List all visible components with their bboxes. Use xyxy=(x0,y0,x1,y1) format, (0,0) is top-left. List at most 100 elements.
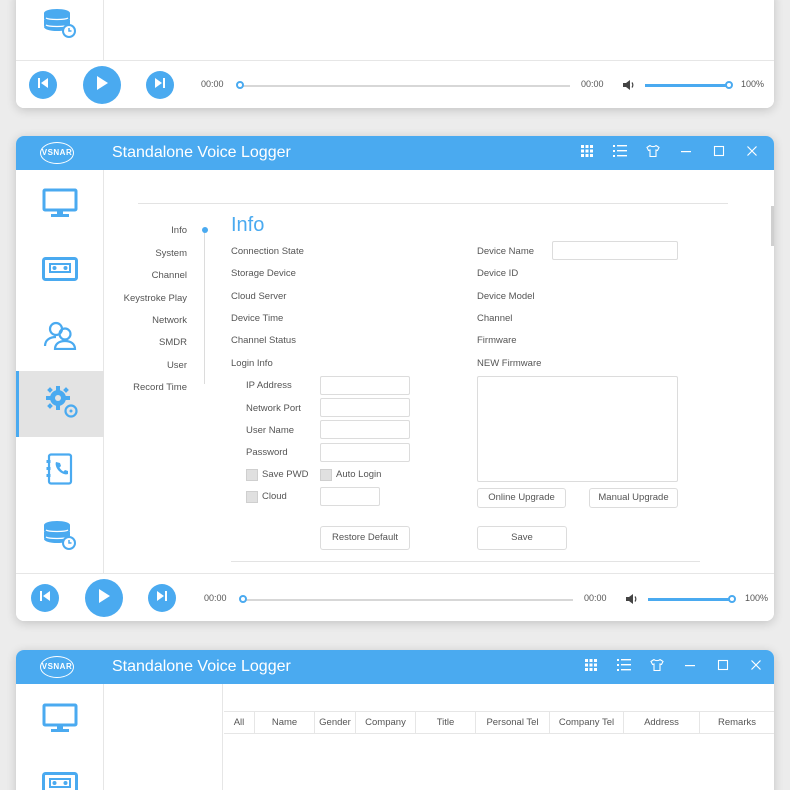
sidebar-item-settings[interactable] xyxy=(16,371,104,437)
skin-button[interactable] xyxy=(636,136,669,170)
play-icon xyxy=(95,75,109,96)
manual-upgrade-button[interactable]: Manual Upgrade xyxy=(589,488,678,508)
list-view-button[interactable] xyxy=(607,650,640,684)
column-header-all[interactable]: All xyxy=(224,712,255,734)
nav-item-info[interactable]: Info xyxy=(171,225,187,236)
sidebar-item-recordings[interactable] xyxy=(16,238,104,304)
label-new-firmware: NEW Firmware xyxy=(477,358,542,369)
next-button[interactable] xyxy=(146,71,174,99)
settings-window: VSNAR Standalone Voice Logger Info Syste… xyxy=(16,136,774,621)
play-icon xyxy=(97,588,111,609)
previous-button[interactable] xyxy=(31,584,59,612)
sidebar-item-recordings[interactable] xyxy=(16,753,104,790)
scrollbar-thumb[interactable] xyxy=(771,206,774,246)
play-button[interactable] xyxy=(85,579,123,617)
password-input[interactable] xyxy=(320,443,410,462)
label-connection-state: Connection State xyxy=(231,246,304,257)
progress-track[interactable] xyxy=(240,85,570,87)
app-title: Standalone Voice Logger xyxy=(112,144,291,161)
nav-item-keystroke-play[interactable]: Keystroke Play xyxy=(124,293,187,304)
list-view-button[interactable] xyxy=(603,136,636,170)
volume-icon[interactable] xyxy=(625,592,639,611)
monitor-icon xyxy=(42,703,78,738)
cloud-input[interactable] xyxy=(320,487,380,506)
close-icon xyxy=(750,658,762,676)
maximize-icon xyxy=(713,144,725,162)
minimize-icon xyxy=(680,144,692,162)
time-total: 00:00 xyxy=(584,593,607,603)
skip-back-icon xyxy=(39,589,51,607)
auto-login-checkbox[interactable] xyxy=(320,469,332,481)
volume-icon[interactable] xyxy=(622,78,636,97)
column-header-personal-tel[interactable]: Personal Tel xyxy=(476,712,550,734)
nav-item-network[interactable]: Network xyxy=(152,315,187,326)
contacts-table-header: All Name Gender Company Title Personal T… xyxy=(224,711,774,734)
maximize-button[interactable] xyxy=(702,136,735,170)
playback-bar: 00:00 00:00 100% xyxy=(16,60,774,108)
player-window-top: 00:00 00:00 100% xyxy=(16,0,774,108)
online-upgrade-button[interactable]: Online Upgrade xyxy=(477,488,566,508)
minimize-icon xyxy=(684,658,696,676)
progress-thumb[interactable] xyxy=(239,595,247,603)
column-header-company[interactable]: Company xyxy=(356,712,416,734)
network-port-input[interactable] xyxy=(320,398,410,417)
cloud-checkbox[interactable] xyxy=(246,491,258,503)
play-button[interactable] xyxy=(83,66,121,104)
column-header-address[interactable]: Address xyxy=(624,712,700,734)
sidebar-item-users[interactable] xyxy=(16,304,104,370)
column-header-company-tel[interactable]: Company Tel xyxy=(550,712,624,734)
grid-view-button[interactable] xyxy=(570,136,603,170)
minimize-button[interactable] xyxy=(669,136,702,170)
label-ip-address: IP Address xyxy=(246,380,292,391)
skin-button[interactable] xyxy=(640,650,673,684)
save-pwd-checkbox[interactable] xyxy=(246,469,258,481)
skip-forward-icon xyxy=(154,76,166,94)
nav-item-channel[interactable]: Channel xyxy=(152,270,187,281)
minimize-button[interactable] xyxy=(673,650,706,684)
skip-forward-icon xyxy=(156,589,168,607)
ip-address-input[interactable] xyxy=(320,376,410,395)
cloud-label: Cloud xyxy=(262,491,287,502)
playback-bar: 00:00 00:00 100% xyxy=(16,573,774,621)
restore-default-button[interactable]: Restore Default xyxy=(320,526,410,550)
title-bar: VSNAR Standalone Voice Logger xyxy=(16,136,774,170)
previous-button[interactable] xyxy=(29,71,57,99)
cassette-icon xyxy=(42,256,78,286)
volume-track[interactable] xyxy=(645,84,729,87)
nav-item-user[interactable]: User xyxy=(167,360,187,371)
save-pwd-label: Save PWD xyxy=(262,469,309,480)
close-button[interactable] xyxy=(739,650,772,684)
user-name-input[interactable] xyxy=(320,420,410,439)
nav-item-system[interactable]: System xyxy=(155,248,187,259)
save-button[interactable]: Save xyxy=(477,526,567,550)
sidebar-item-contacts[interactable] xyxy=(16,438,104,504)
device-name-input[interactable] xyxy=(552,241,678,260)
volume-thumb[interactable] xyxy=(725,81,733,89)
column-header-title[interactable]: Title xyxy=(416,712,476,734)
time-elapsed: 00:00 xyxy=(201,79,224,89)
maximize-button[interactable] xyxy=(706,650,739,684)
sidebar-item-monitor[interactable] xyxy=(16,687,104,753)
progress-track[interactable] xyxy=(243,599,573,601)
column-header-remarks[interactable]: Remarks xyxy=(700,712,774,734)
volume-thumb[interactable] xyxy=(728,595,736,603)
volume-percent: 100% xyxy=(741,79,765,89)
label-user-name: User Name xyxy=(246,425,295,436)
column-header-name[interactable]: Name xyxy=(255,712,315,734)
volume-track[interactable] xyxy=(648,598,732,601)
nav-item-record-time[interactable]: Record Time xyxy=(133,382,187,393)
close-button[interactable] xyxy=(735,136,768,170)
sidebar xyxy=(16,170,104,573)
column-header-gender[interactable]: Gender xyxy=(315,712,356,734)
next-button[interactable] xyxy=(148,584,176,612)
firmware-notes-textarea[interactable] xyxy=(477,376,678,482)
volume-percent: 100% xyxy=(745,593,769,603)
sidebar-item-monitor[interactable] xyxy=(16,172,104,238)
progress-thumb[interactable] xyxy=(236,81,244,89)
database-icon xyxy=(42,7,78,44)
nav-item-smdr[interactable]: SMDR xyxy=(159,337,187,348)
label-device-name: Device Name xyxy=(477,246,535,257)
sidebar-item-storage[interactable] xyxy=(16,0,104,60)
grid-view-button[interactable] xyxy=(574,650,607,684)
sidebar-item-storage[interactable] xyxy=(16,504,104,570)
